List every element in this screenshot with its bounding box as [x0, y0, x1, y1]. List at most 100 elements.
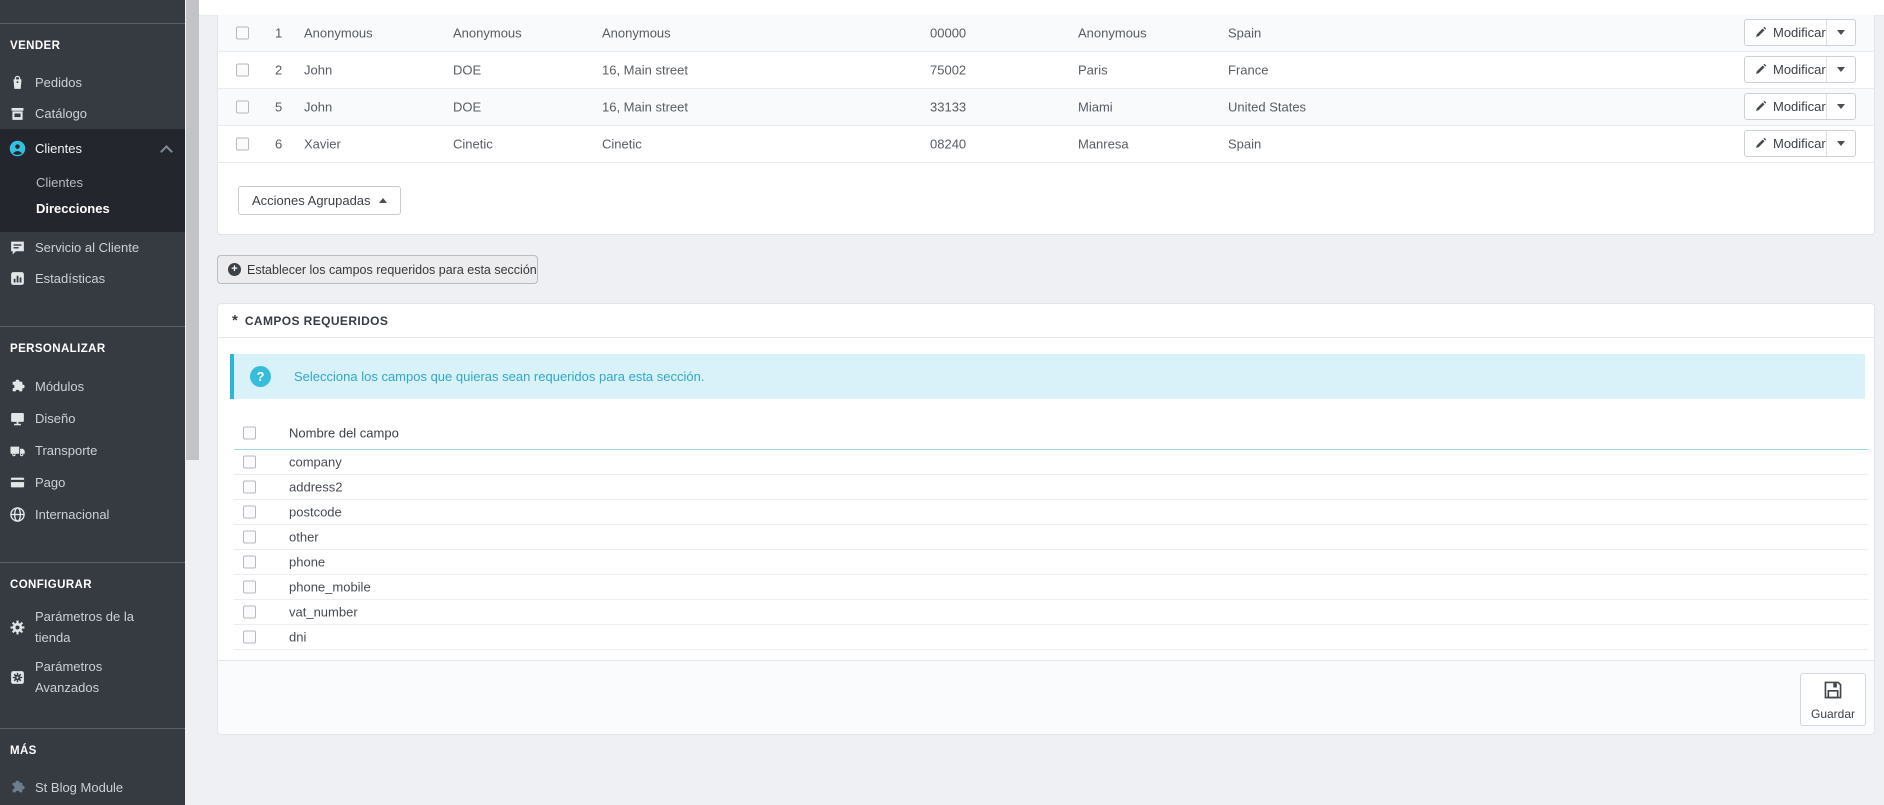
field-row: postcode — [234, 500, 1868, 525]
cell-lastname: Anonymous — [453, 25, 522, 41]
sidebar-item-label: Internacional — [35, 506, 110, 522]
cell-address: 16, Main street — [602, 62, 688, 78]
sidebar-item-st-blog-module[interactable]: St Blog Module — [0, 772, 185, 803]
sidebar-item-parametros-avanzados[interactable]: Parámetros Avanzados — [0, 656, 185, 698]
bulk-actions-label: Acciones Agrupadas — [252, 193, 371, 208]
sidebar-section-title: MÁS — [10, 745, 37, 757]
caret-up-icon — [378, 198, 387, 203]
cell-country: Spain — [1228, 25, 1262, 41]
panel-header: * CAMPOS REQUERIDOS — [218, 304, 1874, 338]
field-row: vat_number — [234, 600, 1868, 625]
sidebar-section-title: VENDER — [10, 40, 61, 52]
row-checkbox[interactable] — [236, 137, 249, 151]
row-checkbox[interactable] — [236, 100, 249, 114]
modify-dropdown-toggle[interactable] — [1825, 131, 1855, 156]
address-row: 2 John DOE 16, Main street 75002 Paris F… — [218, 52, 1874, 89]
sidebar-item-label: Parámetros de la tienda — [35, 609, 134, 645]
addresses-rows: 1 Anonymous Anonymous Anonymous 00000 An… — [218, 15, 1874, 163]
panel-footer: Guardar — [218, 660, 1874, 734]
cell-zipcode: 00000 — [930, 25, 967, 41]
sidebar-item-servicio-al-cliente[interactable]: Servicio al Cliente — [0, 232, 185, 263]
cell-firstname: Anonymous — [304, 25, 373, 41]
address-row: 6 Xavier Cinetic Cinetic 08240 Manresa S… — [218, 126, 1874, 163]
select-all-checkbox[interactable] — [243, 426, 256, 439]
cell-zipcode: 08240 — [930, 136, 967, 152]
field-row: other — [234, 525, 1868, 550]
sidebar-item-transporte[interactable]: Transporte — [0, 434, 185, 466]
sidebar-item-parametros-de-la-tienda[interactable]: Parámetros de la tienda — [0, 606, 185, 648]
required-fields-panel: * CAMPOS REQUERIDOS ? Selecciona los cam… — [217, 303, 1875, 735]
modify-button[interactable]: Modificar — [1744, 19, 1856, 46]
field-checkbox[interactable] — [243, 630, 256, 644]
modify-button[interactable]: Modificar — [1744, 130, 1856, 157]
field-row: phone — [234, 550, 1868, 575]
cell-id: 6 — [275, 136, 283, 152]
sidebar-divider — [0, 326, 185, 327]
cell-firstname: John — [304, 99, 333, 115]
field-name: other — [289, 529, 319, 545]
cell-lastname: DOE — [453, 99, 482, 115]
cell-city: Anonymous — [1078, 25, 1147, 41]
modify-dropdown-toggle[interactable] — [1825, 20, 1855, 45]
fields-column-header: Nombre del campo — [289, 425, 399, 440]
field-name: postcode — [289, 504, 342, 520]
sidebar-item-diseno[interactable]: Diseño — [0, 402, 185, 434]
sidebar-subitem-clientes[interactable]: Clientes — [0, 170, 185, 196]
row-checkbox[interactable] — [236, 63, 249, 77]
field-checkbox[interactable] — [243, 480, 256, 494]
modify-button[interactable]: Modificar — [1744, 56, 1856, 83]
cell-address: 16, Main street — [602, 99, 688, 115]
cell-country: Spain — [1228, 136, 1262, 152]
cell-lastname: DOE — [453, 62, 482, 78]
sidebar-item-pago[interactable]: Pago — [0, 466, 185, 498]
cell-city: Manresa — [1078, 136, 1129, 152]
field-name: vat_number — [289, 604, 358, 620]
field-checkbox[interactable] — [243, 555, 256, 569]
cell-city: Miami — [1078, 99, 1113, 115]
design-icon — [9, 410, 26, 427]
modify-button[interactable]: Modificar — [1744, 93, 1856, 120]
sidebar-item-catalogo[interactable]: Catálogo — [0, 98, 185, 129]
sidebar-item-clientes[interactable]: Clientes — [0, 133, 185, 164]
sidebar-subitem-direcciones[interactable]: Direcciones — [0, 196, 185, 222]
addresses-table-card: 1 Anonymous Anonymous Anonymous 00000 An… — [217, 15, 1875, 235]
bulk-actions-button[interactable]: Acciones Agrupadas — [238, 186, 401, 215]
sidebar-scrollbar-thumb[interactable] — [186, 0, 199, 460]
field-checkbox[interactable] — [243, 605, 256, 619]
international-icon — [9, 506, 26, 523]
save-button[interactable]: Guardar — [1800, 673, 1866, 726]
field-name: dni — [289, 629, 307, 645]
modify-dropdown-toggle[interactable] — [1825, 57, 1855, 82]
sidebar-item-modulos[interactable]: Módulos — [0, 370, 185, 402]
sidebar-item-label: Transporte — [35, 442, 98, 458]
caret-down-icon — [1836, 30, 1845, 35]
set-required-fields-button[interactable]: + Establecer los campos requeridos para … — [217, 255, 538, 284]
field-checkbox[interactable] — [243, 505, 256, 519]
modify-button-label: Modificar — [1773, 62, 1826, 77]
sidebar-item-internacional[interactable]: Internacional — [0, 498, 185, 530]
sidebar-item-estadisticas[interactable]: Estadísticas — [0, 263, 185, 294]
field-name: phone_mobile — [289, 579, 371, 595]
sidebar-item-pedidos[interactable]: Pedidos — [0, 67, 185, 98]
cell-address: Cinetic — [602, 136, 642, 152]
field-name: company — [289, 454, 342, 470]
prestashop-admin-page: VENDER Pedidos Catálogo Clientes Clientes Dir… — [0, 0, 1884, 805]
field-checkbox[interactable] — [243, 580, 256, 594]
field-checkbox[interactable] — [243, 530, 256, 544]
cell-country: France — [1228, 62, 1269, 78]
caret-down-icon — [1836, 141, 1845, 146]
plus-circle-icon: + — [228, 263, 241, 276]
cell-zipcode: 75002 — [930, 62, 967, 78]
cell-id: 5 — [275, 99, 283, 115]
advanced-parameters-icon — [9, 669, 26, 686]
sidebar-item-label: Clientes — [35, 141, 82, 156]
cell-firstname: Xavier — [304, 136, 341, 152]
info-alert-text: Selecciona los campos que quieras sean r… — [294, 369, 705, 384]
fields-table: Nombre del campo company address2 postco… — [234, 416, 1868, 650]
field-row: company — [234, 450, 1868, 475]
row-checkbox[interactable] — [236, 26, 249, 40]
modify-dropdown-toggle[interactable] — [1825, 94, 1855, 119]
pencil-icon — [1754, 63, 1767, 76]
field-checkbox[interactable] — [243, 455, 256, 469]
sidebar-divider — [0, 23, 185, 24]
